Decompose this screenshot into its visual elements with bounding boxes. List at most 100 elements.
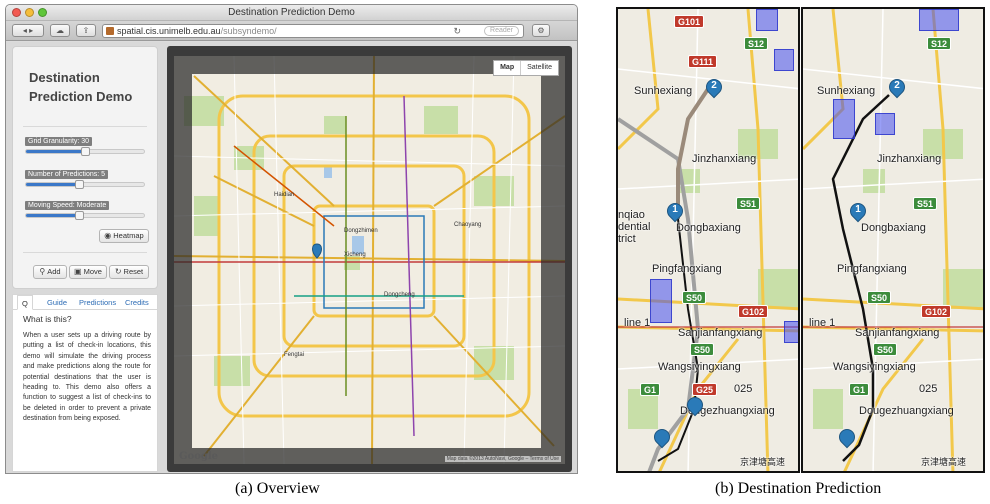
place-partial: dential — [618, 221, 651, 233]
share-icon[interactable]: ⇪ — [76, 24, 96, 37]
prediction-map-left — [618, 9, 798, 471]
road-shield-g1: G1 — [849, 383, 870, 396]
tab-guide[interactable]: Guide — [47, 298, 67, 307]
road-shield-g102: G102 — [738, 305, 769, 318]
caption-a: (a) Overview — [235, 480, 320, 497]
num-predictions-slider[interactable] — [25, 180, 145, 189]
road-shield-g101: G101 — [674, 15, 705, 28]
map-label: Fengtai — [284, 352, 304, 358]
pin-number: 2 — [711, 80, 717, 91]
map-label: Dongzhimen — [344, 228, 378, 234]
map-overlay — [192, 56, 541, 74]
sidebar: Destination Prediction Demo Grid Granula… — [12, 46, 158, 472]
road-label-025: 025 — [919, 383, 938, 395]
map-label: Haidian — [274, 192, 294, 198]
road-label-jingjintang: 京津塘高速 — [921, 457, 967, 467]
pin-number: 1 — [855, 204, 861, 215]
map-type-control[interactable]: Map Satellite — [493, 60, 559, 76]
reset-button[interactable]: ↻ Reset — [109, 265, 149, 279]
road-shield-g25: G25 — [692, 383, 718, 396]
road-shield-s50: S50 — [867, 291, 892, 304]
slider-handle[interactable] — [75, 211, 85, 220]
place-sanjianfangxiang: Sanjianfangxiang — [855, 327, 940, 339]
reload-icon[interactable]: ↻ — [453, 25, 461, 37]
place-sunhexiang: Sunhexiang — [634, 85, 693, 97]
slider-handle[interactable] — [75, 180, 85, 189]
add-label: Add — [47, 267, 61, 276]
map-label: Xicheng — [344, 252, 366, 258]
road-label-jingjintang: 京津塘高速 — [740, 457, 786, 467]
tab-predictions[interactable]: Predictions — [79, 298, 116, 307]
browser-toolbar: ◂ ▸ ☁ ⇪ spatial.cis.unimelb.edu.au/subsy… — [6, 21, 577, 41]
url-host: spatial.cis.unimelb.edu.au — [117, 26, 221, 36]
place-dongbaxiang: Dongbaxiang — [676, 222, 741, 234]
back-forward-buttons[interactable]: ◂ ▸ — [12, 24, 44, 37]
map-marker-icon: ⚲ — [39, 267, 46, 276]
road-shield-s50: S50 — [873, 343, 898, 356]
road-shield-s50: S50 — [690, 343, 715, 356]
prediction-panel-right: S12 Sunhexiang 2 Jinzhanxiang S51 1 Dong… — [801, 7, 985, 473]
slider-handle[interactable] — [81, 147, 90, 156]
caption-b: (b) Destination Prediction — [715, 480, 882, 497]
road-label-025: 025 — [734, 383, 753, 395]
reader-button[interactable]: Reader — [484, 26, 519, 36]
google-logo: Google — [179, 451, 219, 462]
place-dongbaxiang: Dongbaxiang — [861, 222, 926, 234]
place-wangsiyingxiang: Wangsiyingxiang — [658, 361, 741, 373]
info-tabs: Q Guide Predictions Credits — [13, 295, 157, 310]
slider-fill — [26, 183, 80, 186]
grid-granularity-slider[interactable] — [25, 147, 145, 156]
prediction-cell — [774, 49, 794, 71]
place-sunhexiang: Sunhexiang — [817, 85, 876, 97]
slider-fill — [26, 214, 80, 217]
prediction-cell — [833, 99, 855, 139]
place-wangsiyingxiang: Wangsiyingxiang — [833, 361, 916, 373]
map-type-map[interactable]: Map — [494, 61, 520, 75]
eye-icon: ◉ — [104, 231, 112, 240]
tab-credits[interactable]: Credits — [125, 298, 149, 307]
place-jinzhanxiang: Jinzhanxiang — [692, 153, 757, 165]
reset-label: Reset — [123, 267, 144, 276]
road-shield-s12: S12 — [927, 37, 952, 50]
move-button[interactable]: ▣ Move — [69, 265, 107, 279]
place-dougezhuangxiang: Dougezhuangxiang — [859, 405, 954, 417]
prediction-panel-left: G101 S12 G111 Sunhexiang 2 Jinzhanxiang … — [616, 7, 800, 473]
prediction-cell — [919, 9, 959, 31]
add-button[interactable]: ⚲ Add — [33, 265, 67, 279]
info-panel: Q Guide Predictions Credits What is this… — [12, 294, 158, 472]
place-pingfangxiang: Pingfangxiang — [837, 263, 907, 275]
icloud-icon[interactable]: ☁ — [50, 24, 70, 37]
prediction-cell — [784, 321, 798, 343]
heatmap-label: Heatmap — [113, 231, 144, 240]
map-type-satellite[interactable]: Satellite — [520, 61, 558, 75]
refresh-icon: ↻ — [114, 267, 122, 276]
grid-granularity-label: Grid Granularity: 30 — [25, 137, 93, 146]
pin-number: 2 — [894, 80, 900, 91]
road-shield-g1: G1 — [640, 383, 661, 396]
road-shield-s51: S51 — [913, 197, 938, 210]
map-label: Chaoyang — [454, 222, 481, 228]
url-path: /subsyndemo/ — [220, 26, 277, 36]
browser-window: Destination Prediction Demo ◂ ▸ ☁ ⇪ spat… — [5, 4, 578, 474]
map-attribution[interactable]: Map data ©2013 AutoNavi, Google – Terms … — [444, 456, 561, 462]
title-bar: Destination Prediction Demo — [6, 5, 577, 21]
road-shield-g102: G102 — [921, 305, 952, 318]
map-overlay — [174, 56, 192, 464]
road-shield-g111: G111 — [688, 55, 718, 68]
settings-gear-icon[interactable]: ⚙ — [532, 24, 550, 37]
move-label: Move — [83, 267, 102, 276]
window-title: Destination Prediction Demo — [228, 7, 355, 18]
map-canvas[interactable]: Dongzhimen Xicheng Haidian Chaoyang Feng… — [174, 56, 565, 464]
road-shield-s12: S12 — [744, 37, 769, 50]
info-heading: What is this? — [23, 314, 72, 324]
info-body: When a user sets up a driving route by p… — [23, 332, 151, 423]
address-bar[interactable]: spatial.cis.unimelb.edu.au/subsyndemo/ ↻… — [102, 24, 524, 38]
heatmap-button[interactable]: ◉ Heatmap — [99, 229, 149, 243]
slider-fill — [26, 150, 85, 153]
map-label: Dongcheng — [384, 292, 415, 298]
moving-speed-slider[interactable] — [25, 211, 145, 220]
map-overlay — [541, 56, 565, 464]
road-shield-s51: S51 — [736, 197, 761, 210]
tab-search[interactable]: Q — [17, 295, 33, 310]
control-panel: Destination Prediction Demo Grid Granula… — [12, 46, 158, 289]
